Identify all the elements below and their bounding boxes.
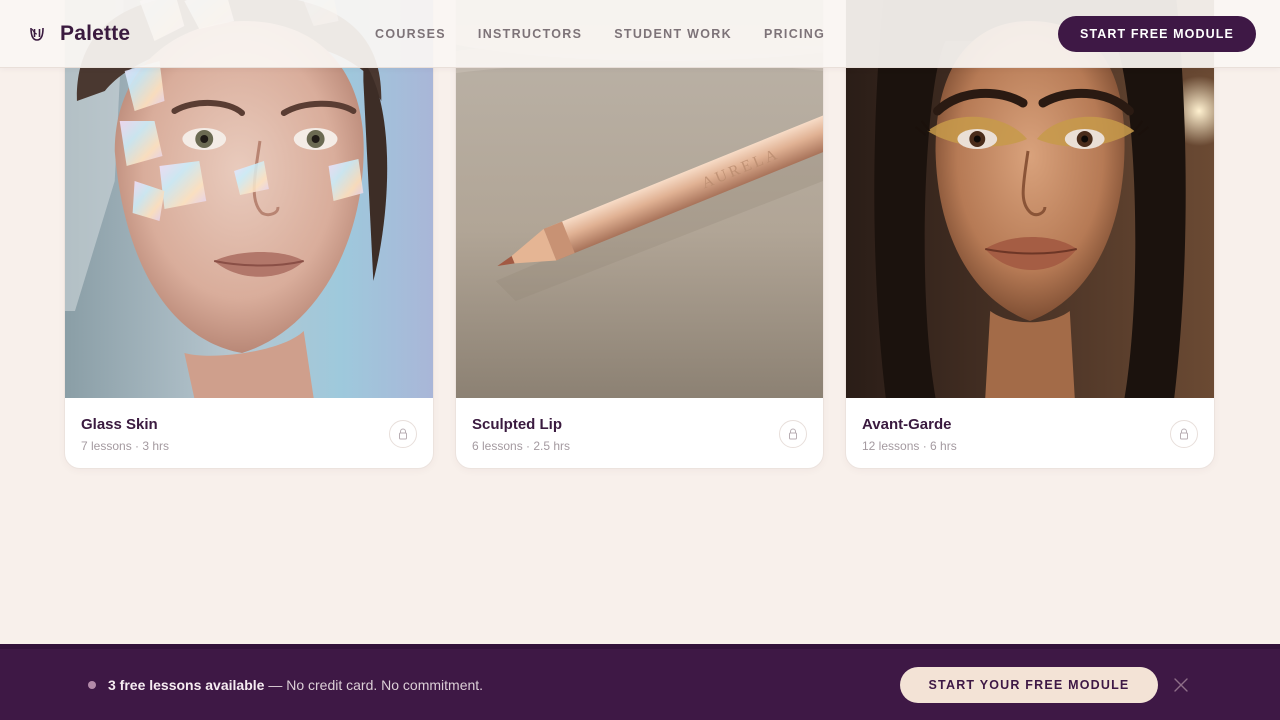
banner-message: 3 free lessons available — No credit car… (108, 677, 483, 694)
nav-pricing[interactable]: PRICING (764, 27, 825, 41)
status-dot (88, 681, 96, 689)
course-meta: 12 lessons · 6 hrs (862, 439, 957, 453)
course-meta: 6 lessons · 2.5 hrs (472, 439, 571, 453)
site-header: Palette COURSES INSTRUCTORS STUDENT WORK… (0, 0, 1280, 68)
nav-instructors[interactable]: INSTRUCTORS (478, 27, 582, 41)
free-lessons-banner: 3 free lessons available — No credit car… (0, 644, 1280, 720)
course-title: Glass Skin (81, 416, 158, 433)
palette-logo-icon (30, 27, 44, 41)
banner-subtext: — No credit card. No commitment. (264, 677, 484, 693)
lock-icon (399, 428, 407, 440)
lock-icon (1180, 428, 1188, 440)
course-grid: Glass Skin 7 lessons · 3 hrs AURELA Scul… (64, 0, 1216, 469)
nav-courses[interactable]: COURSES (375, 27, 446, 41)
nav-student-work[interactable]: STUDENT WORK (614, 27, 732, 41)
course-card-sculpted-lip[interactable]: AURELA Sculpted Lip 6 lessons · 2.5 hrs (455, 0, 824, 469)
close-icon (1174, 678, 1188, 692)
brand-link[interactable]: Palette (28, 22, 130, 46)
course-card-glass-skin[interactable]: Glass Skin 7 lessons · 3 hrs (64, 0, 434, 469)
start-free-module-button[interactable]: START FREE MODULE (1058, 16, 1256, 52)
lock-button[interactable] (1170, 420, 1198, 448)
lock-button[interactable] (389, 420, 417, 448)
course-card-avant-garde[interactable]: Avant-Garde 12 lessons · 6 hrs (845, 0, 1215, 469)
lock-icon (789, 428, 797, 440)
brand-name: Palette (60, 22, 131, 45)
course-meta: 7 lessons · 3 hrs (81, 439, 170, 453)
banner-highlight: 3 free lessons available (108, 677, 265, 693)
banner-close-button[interactable] (1174, 678, 1188, 692)
lock-button[interactable] (779, 420, 807, 448)
main-nav: COURSES INSTRUCTORS STUDENT WORK PRICING (375, 27, 825, 41)
start-your-free-module-button[interactable]: START YOUR FREE MODULE (900, 667, 1158, 703)
course-title: Sculpted Lip (472, 416, 562, 433)
course-card-body: Avant-Garde 12 lessons · 6 hrs (846, 398, 1214, 468)
course-card-body: Sculpted Lip 6 lessons · 2.5 hrs (456, 398, 823, 468)
course-card-body: Glass Skin 7 lessons · 3 hrs (65, 398, 433, 468)
course-title: Avant-Garde (862, 416, 952, 433)
